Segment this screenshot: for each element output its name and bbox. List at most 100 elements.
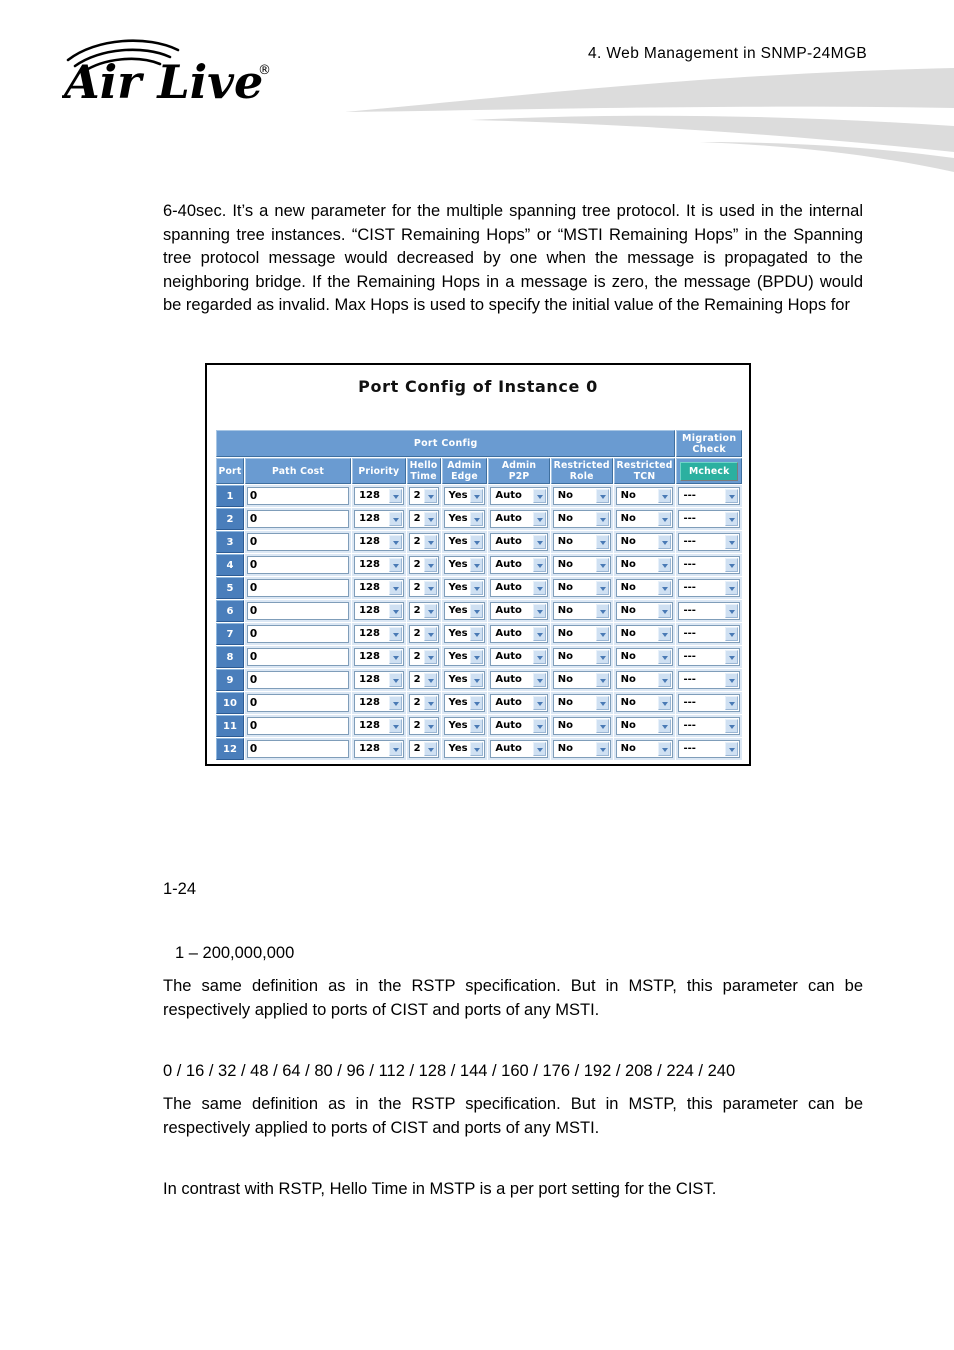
chevron-down-icon[interactable] (470, 696, 484, 710)
priority-select[interactable]: 128 (354, 487, 404, 505)
admin-p2p-select[interactable]: Auto (490, 740, 548, 758)
chevron-down-icon[interactable] (595, 489, 609, 503)
priority-select[interactable]: 128 (354, 602, 404, 620)
chevron-down-icon[interactable] (423, 604, 437, 618)
restricted-tcn-select[interactable]: No (615, 671, 674, 689)
chevron-down-icon[interactable] (595, 512, 609, 526)
mcheck-select[interactable]: --- (678, 717, 740, 735)
chevron-down-icon[interactable] (532, 535, 546, 549)
priority-select[interactable]: 128 (354, 510, 404, 528)
path-cost-input[interactable]: 0 (246, 648, 350, 666)
path-cost-input[interactable]: 0 (246, 717, 350, 735)
chevron-down-icon[interactable] (658, 558, 672, 572)
admin-edge-select[interactable]: Yes (443, 602, 486, 620)
admin-edge-select[interactable]: Yes (443, 648, 486, 666)
chevron-down-icon[interactable] (388, 489, 402, 503)
restricted-role-select[interactable]: No (552, 648, 611, 666)
priority-select[interactable]: 128 (354, 671, 404, 689)
chevron-down-icon[interactable] (725, 742, 738, 756)
path-cost-input[interactable]: 0 (246, 694, 350, 712)
chevron-down-icon[interactable] (725, 673, 738, 687)
chevron-down-icon[interactable] (388, 627, 402, 641)
restricted-tcn-select[interactable]: No (615, 579, 674, 597)
chevron-down-icon[interactable] (532, 673, 546, 687)
restricted-tcn-select[interactable]: No (615, 740, 674, 758)
restricted-tcn-select[interactable]: No (615, 625, 674, 643)
chevron-down-icon[interactable] (595, 673, 609, 687)
admin-edge-select[interactable]: Yes (443, 717, 486, 735)
path-cost-input[interactable]: 0 (246, 602, 350, 620)
chevron-down-icon[interactable] (658, 650, 672, 664)
chevron-down-icon[interactable] (423, 581, 437, 595)
chevron-down-icon[interactable] (388, 742, 402, 756)
mcheck-select[interactable]: --- (678, 740, 740, 758)
priority-select[interactable]: 128 (354, 625, 404, 643)
restricted-tcn-select[interactable]: No (615, 717, 674, 735)
chevron-down-icon[interactable] (725, 535, 738, 549)
priority-select[interactable]: 128 (354, 694, 404, 712)
mcheck-select[interactable]: --- (678, 487, 740, 505)
mcheck-select[interactable]: --- (678, 625, 740, 643)
admin-p2p-select[interactable]: Auto (490, 556, 548, 574)
chevron-down-icon[interactable] (532, 627, 546, 641)
chevron-down-icon[interactable] (595, 581, 609, 595)
hello-time-select[interactable]: 2 (408, 510, 439, 528)
admin-edge-select[interactable]: Yes (443, 510, 486, 528)
restricted-role-select[interactable]: No (552, 602, 611, 620)
priority-select[interactable]: 128 (354, 740, 404, 758)
hello-time-select[interactable]: 2 (408, 648, 439, 666)
restricted-tcn-select[interactable]: No (615, 648, 674, 666)
path-cost-input[interactable]: 0 (246, 579, 350, 597)
restricted-role-select[interactable]: No (552, 487, 611, 505)
chevron-down-icon[interactable] (725, 512, 738, 526)
restricted-role-select[interactable]: No (552, 625, 611, 643)
chevron-down-icon[interactable] (725, 627, 738, 641)
chevron-down-icon[interactable] (532, 489, 546, 503)
path-cost-input[interactable]: 0 (246, 487, 350, 505)
priority-select[interactable]: 128 (354, 533, 404, 551)
chevron-down-icon[interactable] (725, 650, 738, 664)
restricted-role-select[interactable]: No (552, 556, 611, 574)
chevron-down-icon[interactable] (470, 535, 484, 549)
path-cost-input[interactable]: 0 (246, 740, 350, 758)
admin-edge-select[interactable]: Yes (443, 579, 486, 597)
chevron-down-icon[interactable] (470, 604, 484, 618)
restricted-role-select[interactable]: No (552, 740, 611, 758)
chevron-down-icon[interactable] (388, 604, 402, 618)
chevron-down-icon[interactable] (595, 535, 609, 549)
chevron-down-icon[interactable] (388, 535, 402, 549)
mcheck-select[interactable]: --- (678, 579, 740, 597)
chevron-down-icon[interactable] (725, 604, 738, 618)
chevron-down-icon[interactable] (388, 719, 402, 733)
chevron-down-icon[interactable] (595, 627, 609, 641)
chevron-down-icon[interactable] (423, 535, 437, 549)
chevron-down-icon[interactable] (388, 696, 402, 710)
chevron-down-icon[interactable] (470, 719, 484, 733)
admin-p2p-select[interactable]: Auto (490, 648, 548, 666)
chevron-down-icon[interactable] (532, 581, 546, 595)
restricted-tcn-select[interactable]: No (615, 510, 674, 528)
admin-p2p-select[interactable]: Auto (490, 510, 548, 528)
priority-select[interactable]: 128 (354, 556, 404, 574)
mcheck-button[interactable]: Mcheck (680, 461, 738, 481)
chevron-down-icon[interactable] (470, 558, 484, 572)
restricted-role-select[interactable]: No (552, 510, 611, 528)
admin-edge-select[interactable]: Yes (443, 556, 486, 574)
chevron-down-icon[interactable] (532, 719, 546, 733)
chevron-down-icon[interactable] (658, 673, 672, 687)
chevron-down-icon[interactable] (423, 558, 437, 572)
chevron-down-icon[interactable] (423, 627, 437, 641)
hello-time-select[interactable]: 2 (408, 556, 439, 574)
restricted-role-select[interactable]: No (552, 533, 611, 551)
chevron-down-icon[interactable] (423, 512, 437, 526)
mcheck-select[interactable]: --- (678, 510, 740, 528)
chevron-down-icon[interactable] (388, 512, 402, 526)
chevron-down-icon[interactable] (595, 696, 609, 710)
path-cost-input[interactable]: 0 (246, 556, 350, 574)
chevron-down-icon[interactable] (532, 604, 546, 618)
admin-edge-select[interactable]: Yes (443, 487, 486, 505)
restricted-role-select[interactable]: No (552, 717, 611, 735)
hello-time-select[interactable]: 2 (408, 487, 439, 505)
mcheck-select[interactable]: --- (678, 533, 740, 551)
chevron-down-icon[interactable] (725, 489, 738, 503)
